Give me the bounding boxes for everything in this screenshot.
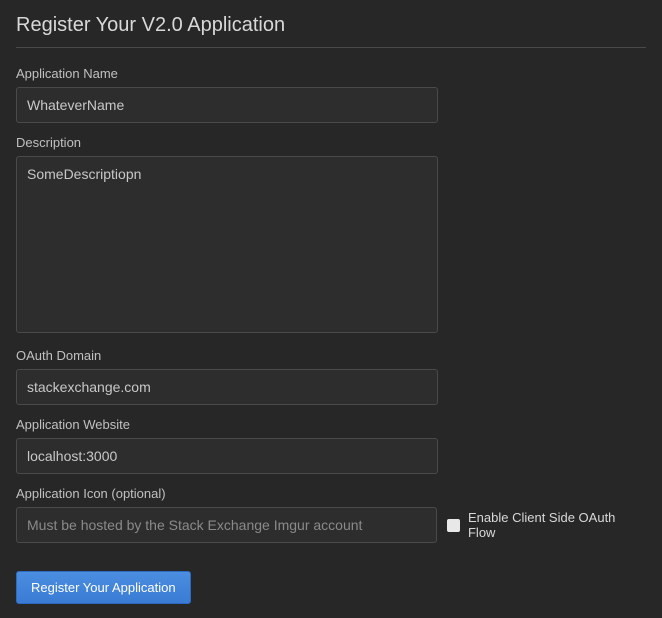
description-input[interactable]: SomeDescriptiopn: [16, 156, 438, 333]
app-website-input[interactable]: [16, 438, 438, 474]
enable-client-oauth-checkbox[interactable]: [447, 519, 460, 532]
app-name-label: Application Name: [16, 66, 646, 81]
field-app-icon: Application Icon (optional) Enable Clien…: [16, 486, 646, 543]
field-app-website: Application Website: [16, 417, 646, 474]
app-website-label: Application Website: [16, 417, 646, 432]
app-icon-label: Application Icon (optional): [16, 486, 646, 501]
divider: [16, 47, 646, 48]
page-title: Register Your V2.0 Application: [16, 14, 646, 37]
description-label: Description: [16, 135, 646, 150]
oauth-domain-input[interactable]: [16, 369, 438, 405]
oauth-domain-label: OAuth Domain: [16, 348, 646, 363]
enable-client-oauth-label: Enable Client Side OAuth Flow: [468, 510, 646, 540]
enable-client-oauth-wrap: Enable Client Side OAuth Flow: [447, 510, 646, 540]
app-name-input[interactable]: [16, 87, 438, 123]
app-icon-input[interactable]: [16, 507, 437, 543]
register-button[interactable]: Register Your Application: [16, 571, 191, 604]
field-app-name: Application Name: [16, 66, 646, 123]
field-oauth-domain: OAuth Domain: [16, 348, 646, 405]
field-description: Description SomeDescriptiopn: [16, 135, 646, 336]
